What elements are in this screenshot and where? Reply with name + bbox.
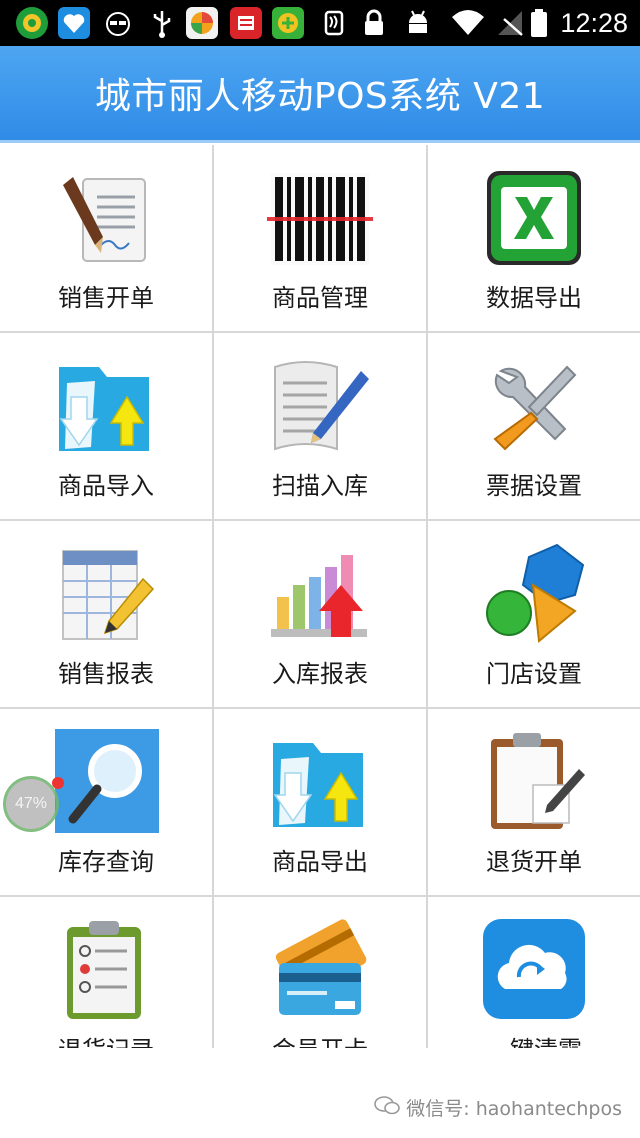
menu-item-product-export[interactable]: 商品导出 — [214, 709, 426, 895]
menu-item-one-click-reset[interactable]: 一键清零 — [428, 897, 640, 1048]
menu-item-label: 数据导出 — [486, 284, 582, 312]
menu-item-label: 商品管理 — [272, 284, 368, 312]
menu-item-sales-order[interactable]: 销售开单 — [0, 145, 212, 331]
wechat-icon — [374, 1095, 401, 1120]
menu-item-scan-stock-in[interactable]: 扫描入库 — [214, 333, 426, 519]
menu-item-label: 一键清零 — [428, 1030, 640, 1048]
cloud-refresh-icon — [479, 917, 589, 1023]
menu-item-label: 票据设置 — [486, 472, 582, 500]
menu-item-product-management[interactable]: 商品管理 — [214, 145, 426, 331]
menu-item-label: 商品导出 — [272, 848, 368, 876]
menu-item-label: 扫描入库 — [272, 472, 368, 500]
nfc-icon — [318, 7, 350, 39]
clock: 12:28 — [560, 8, 628, 38]
menu-item-product-import[interactable]: 商品导入 — [0, 333, 212, 519]
folder-import-icon — [51, 353, 161, 459]
app-badge-icon — [16, 7, 48, 39]
document-sign-icon — [51, 165, 161, 271]
menu-item-label: 库存查询 — [58, 848, 154, 876]
menu-item-label: 门店设置 — [486, 660, 582, 688]
news-pen-icon — [265, 353, 375, 459]
watermark: 微信号: haohantechpos — [374, 1094, 622, 1121]
watermark-text: 微信号: haohantechpos — [406, 1098, 622, 1120]
notification-dot — [52, 777, 64, 789]
battery-icon — [530, 7, 548, 39]
credit-card-icon — [265, 917, 375, 1023]
menu-item-return-records[interactable]: 退货记录 — [0, 897, 212, 1048]
menu-item-receipt-settings[interactable]: 票据设置 — [428, 333, 640, 519]
menu-item-sales-report[interactable]: 销售报表 — [0, 521, 212, 707]
menu-item-data-export[interactable]: 数据导出 — [428, 145, 640, 331]
lock-icon — [358, 7, 390, 39]
security-app-icon — [272, 7, 304, 39]
folder-export-icon — [265, 729, 375, 835]
menu-item-label: 销售报表 — [58, 660, 154, 688]
floating-memory-widget[interactable]: 47% — [3, 776, 59, 832]
menu-item-label: 销售开单 — [58, 284, 154, 312]
menu-item-return-order[interactable]: 退货开单 — [428, 709, 640, 895]
menu-item-store-settings[interactable]: 门店设置 — [428, 521, 640, 707]
menu-item-label: 退货记录 — [0, 1030, 212, 1048]
excel-icon — [479, 165, 589, 271]
footer — [0, 1048, 640, 1138]
news-app-icon — [230, 7, 262, 39]
health-icon — [58, 7, 90, 39]
menu-item-label: 商品导入 — [58, 472, 154, 500]
menu-item-label: 会员开卡 — [214, 1030, 426, 1048]
menu-item-stock-in-report[interactable]: 入库报表 — [214, 521, 426, 707]
menu-item-member-card[interactable]: 会员开卡 — [214, 897, 426, 1048]
barcode-icon — [265, 165, 375, 271]
bar-chart-icon — [265, 541, 375, 647]
no-signal-icon — [494, 7, 526, 39]
tools-icon — [479, 353, 589, 459]
menu-grid: 销售开单 商品管理 数据导出 商品导入 扫描入库 票据设置 销售报表 入库报表 … — [0, 145, 640, 1048]
wifi-icon — [450, 7, 486, 39]
status-bar: 12:28 — [0, 0, 640, 46]
app-header: 城市丽人移动POS系统 V21 — [0, 46, 640, 143]
spreadsheet-pencil-icon — [51, 541, 161, 647]
cat-face-icon — [102, 7, 134, 39]
magnifier-icon — [51, 729, 161, 835]
menu-item-label: 退货开单 — [486, 848, 582, 876]
usb-icon — [146, 7, 178, 39]
shapes-icon — [479, 541, 589, 647]
menu-item-label: 入库报表 — [272, 660, 368, 688]
android-icon — [402, 7, 434, 39]
clipboard-pen-icon — [479, 729, 589, 835]
photo-app-icon — [186, 7, 218, 39]
checklist-icon — [51, 917, 161, 1023]
app-title: 城市丽人移动POS系统 V21 — [94, 76, 546, 117]
